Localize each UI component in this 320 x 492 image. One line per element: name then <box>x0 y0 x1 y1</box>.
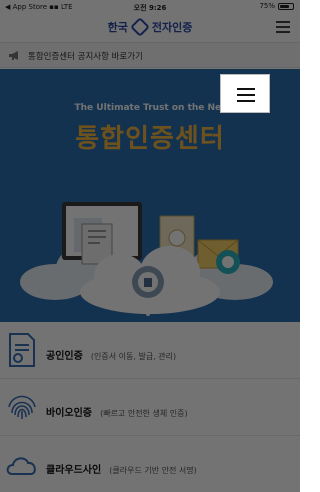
service-item-certificate[interactable]: 공인인증 (인증서 이동, 발급, 관리) <box>0 322 300 379</box>
badge-illustration <box>216 250 240 274</box>
brand-prefix: 한국 <box>107 21 128 34</box>
service-name: 클라우드사인 <box>46 465 102 476</box>
service-text: 바이오인증 (빠르고 안전한 생체 인증) <box>46 401 188 420</box>
service-list: 공인인증 (인증서 이동, 발급, 관리) 바이오인증 (빠르고 안전한 생체 … <box>0 322 300 492</box>
slide-indicator-dot[interactable] <box>146 312 150 316</box>
megaphone-icon <box>9 51 18 60</box>
certificate-icon <box>9 333 35 367</box>
hamburger-icon <box>237 88 255 90</box>
app-header: 한국 전자인증 <box>0 14 300 42</box>
status-right: 75% <box>259 2 294 10</box>
service-item-cloud[interactable]: 클라우드사인 (클라우드 기반 안전 서명) <box>0 436 300 492</box>
service-desc: (빠르고 안전한 생체 인증) <box>100 409 188 418</box>
header-menu-button[interactable] <box>276 21 290 33</box>
hero-illustration <box>20 202 273 314</box>
clock: 오전 9:26 <box>133 4 167 12</box>
brand-logo[interactable]: 한국 전자인증 <box>0 17 300 37</box>
service-desc: (클라우드 기반 안전 서명) <box>109 466 197 475</box>
battery-fill <box>280 4 289 8</box>
service-text: 공인인증 (인증서 이동, 발급, 관리) <box>46 344 176 363</box>
logo-mark-icon <box>129 17 150 37</box>
menu-button[interactable] <box>220 74 270 113</box>
cloud-icon <box>6 457 36 475</box>
fingerprint-icon <box>8 395 36 419</box>
notice-link[interactable]: 통합인증센터 공지사항 바로가기 <box>28 50 143 62</box>
app-screen: ◀ App Store ▪▪ LTE 오전 9:26 75% 한국 전자인증 통… <box>0 0 300 492</box>
brand-name: 전자인증 <box>151 21 193 34</box>
hamburger-line <box>237 94 255 96</box>
battery-percent: 75% <box>259 2 275 10</box>
service-item-bio[interactable]: 바이오인증 (빠르고 안전한 생체 인증) <box>0 379 300 436</box>
hamburger-line <box>276 26 290 28</box>
hamburger-line <box>237 100 255 102</box>
status-bar: ◀ App Store ▪▪ LTE 오전 9:26 75% <box>0 0 300 14</box>
service-desc: (인증서 이동, 발급, 관리) <box>90 352 177 361</box>
service-name: 공인인증 <box>46 351 83 362</box>
service-name: 바이오인증 <box>46 408 92 419</box>
notice-bar[interactable]: 통합인증센터 공지사항 바로가기 <box>0 42 300 68</box>
hamburger-icon <box>276 21 290 23</box>
battery-icon <box>278 2 294 10</box>
hamburger-line <box>276 31 290 33</box>
lock-illustration <box>132 266 164 298</box>
hero-title: 통합인증센터 <box>75 124 225 154</box>
service-text: 클라우드사인 (클라우드 기반 안전 서명) <box>46 458 197 477</box>
